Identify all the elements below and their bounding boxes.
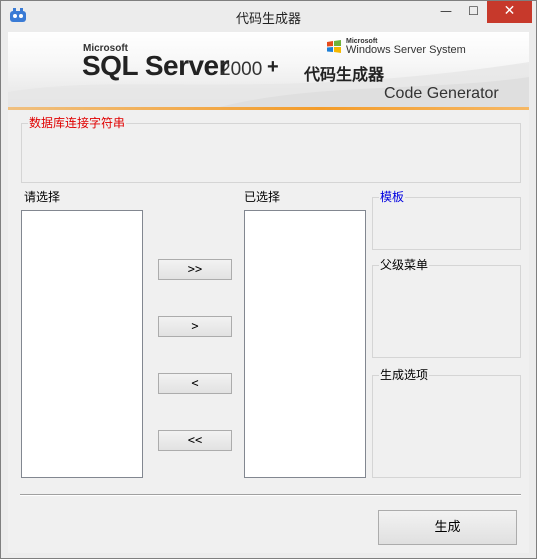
available-tables-list[interactable] — [21, 210, 143, 478]
sql-server-logo-text: SQL Server — [82, 50, 230, 81]
available-tables-label: 请选择 — [24, 190, 61, 204]
generate-options-group: 生成选项 — [372, 368, 521, 478]
generate-options-label: 生成选项 — [379, 368, 430, 382]
sql-version-text: 2000 — [220, 59, 263, 80]
maximize-button[interactable]: ☐ — [460, 1, 487, 23]
selected-tables-list[interactable] — [244, 210, 366, 478]
remove-one-button[interactable]: < — [158, 373, 232, 394]
template-label: 模板 — [379, 190, 406, 204]
close-button[interactable]: ✕ — [487, 1, 532, 23]
banner: Microsoft SQL Server 2000 + 代码生成器 Micros… — [8, 32, 529, 110]
main-window: 代码生成器 — ☐ ✕ Microsoft SQL Server 2000 + … — [0, 0, 537, 559]
parent-menu-group: 父级菜单 — [372, 258, 521, 358]
selected-tables-label: 已选择 — [244, 190, 281, 204]
wss-name-text: Windows Server System — [346, 44, 466, 56]
code-generator-subtitle: Code Generator — [384, 85, 499, 102]
windows-flag-icon — [327, 40, 341, 53]
template-group: 模板 — [372, 190, 521, 250]
add-one-button[interactable]: > — [158, 316, 232, 337]
sql-plus-text: + — [267, 56, 279, 78]
client-area: Microsoft SQL Server 2000 + 代码生成器 Micros… — [8, 32, 529, 553]
parent-menu-label: 父级菜单 — [379, 258, 430, 272]
generate-button[interactable]: 生成 — [378, 510, 517, 545]
connection-string-group: 数据库连接字符串 — [21, 116, 521, 183]
bottom-separator — [20, 494, 521, 496]
remove-all-button[interactable]: << — [158, 430, 232, 451]
add-all-button[interactable]: >> — [158, 259, 232, 280]
banner-accent-line — [8, 107, 529, 110]
connection-string-label: 数据库连接字符串 — [28, 116, 127, 130]
banner-cn-title: 代码生成器 — [304, 65, 385, 84]
title-bar[interactable]: 代码生成器 — ☐ ✕ — [1, 1, 536, 32]
minimize-button[interactable]: — — [432, 1, 460, 23]
